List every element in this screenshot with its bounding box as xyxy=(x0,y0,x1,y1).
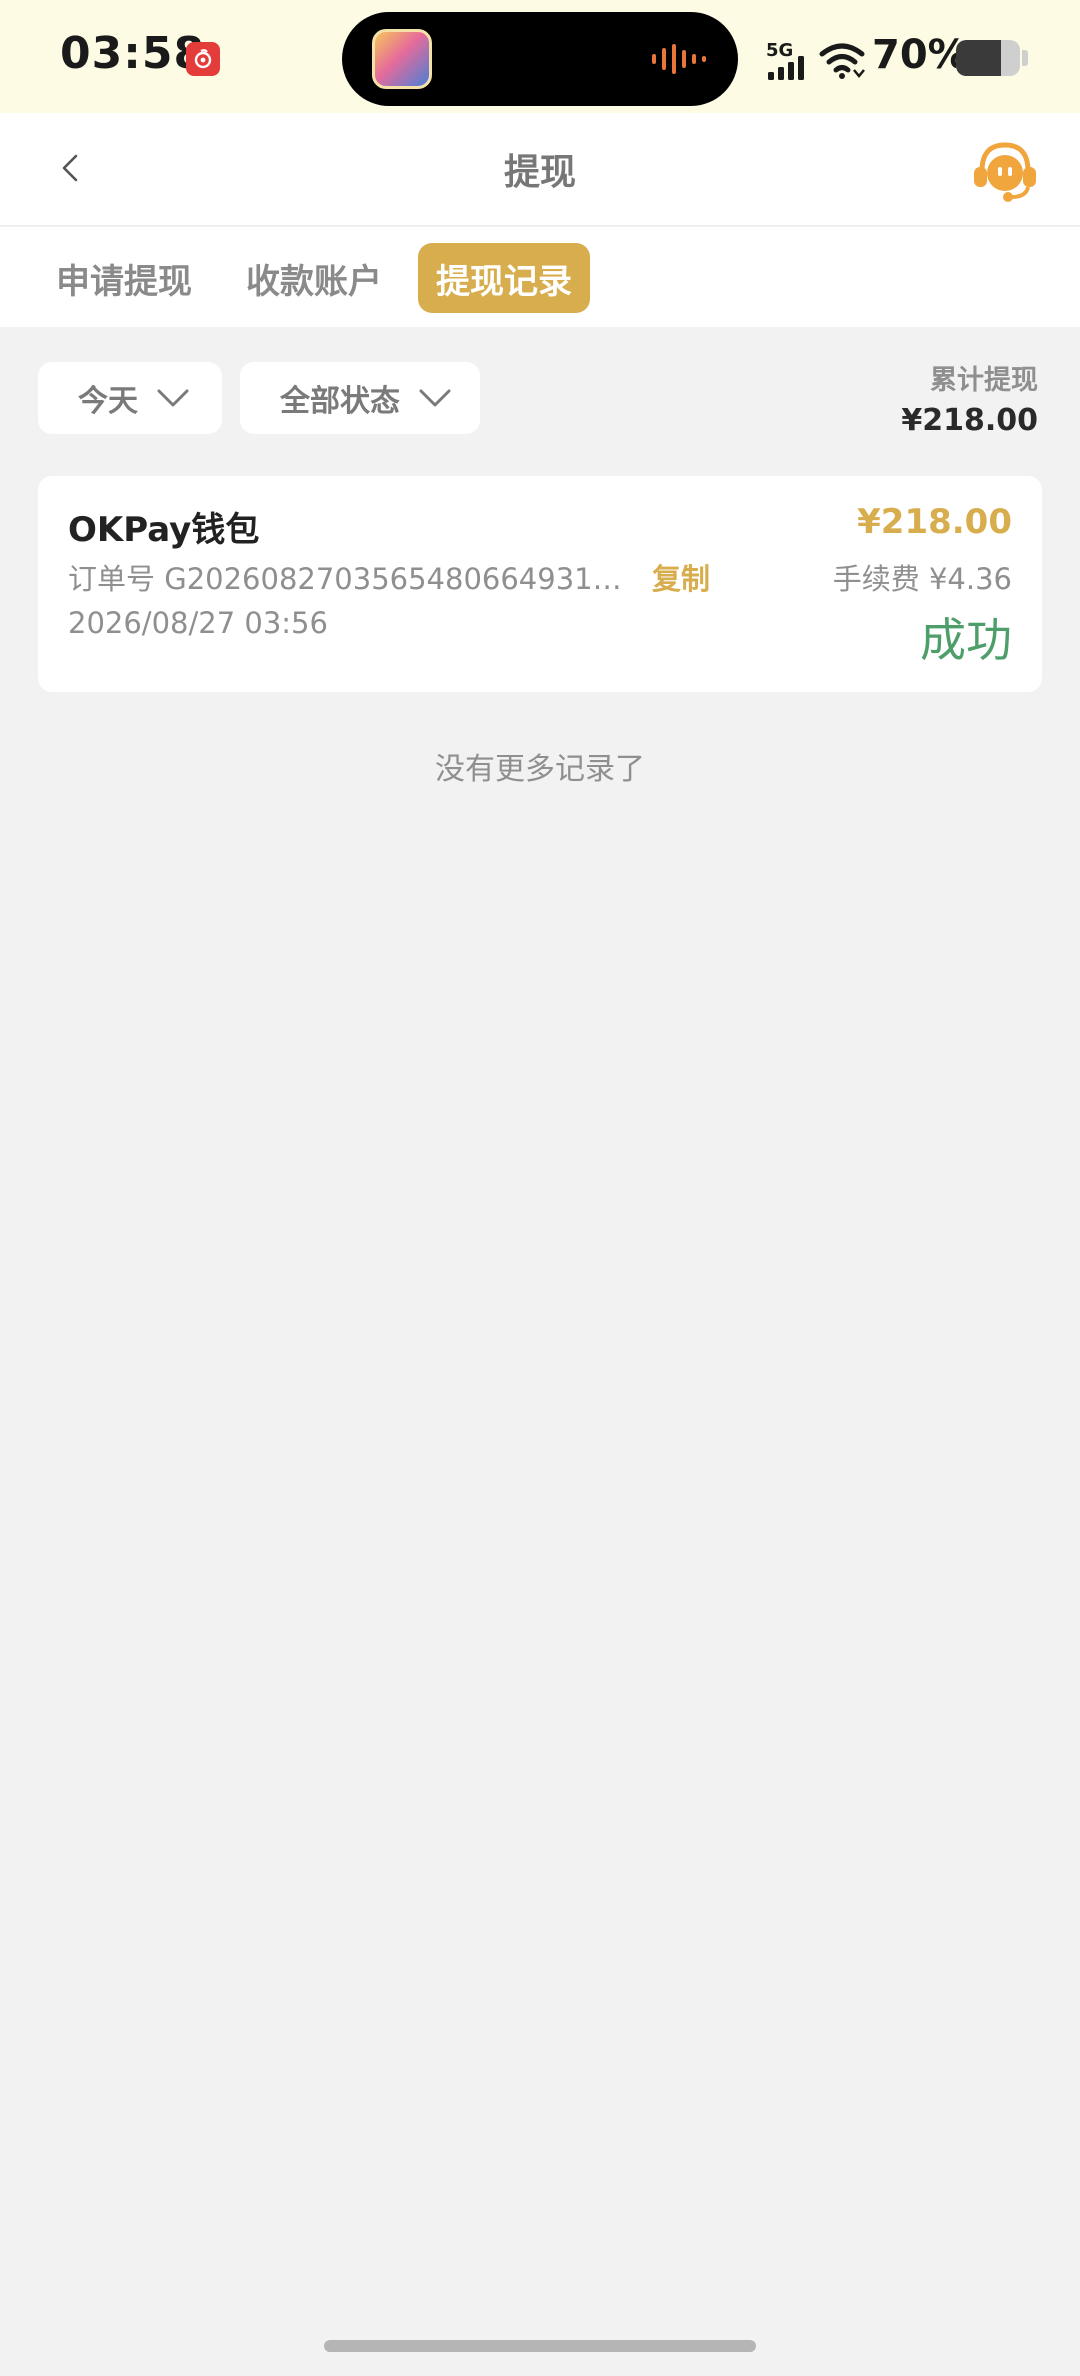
status-bar: 03:58 5G 70% xyxy=(0,0,1080,113)
tab-receiving-account[interactable]: 收款账户 xyxy=(228,243,400,313)
customer-service-icon[interactable] xyxy=(970,137,1040,203)
chevron-down-icon xyxy=(157,389,189,407)
tab-bar: 申请提现 收款账户 提现记录 xyxy=(0,227,1080,327)
battery-percentage: 70% xyxy=(872,32,968,78)
status-time: 03:58 xyxy=(60,28,206,79)
battery-tip xyxy=(1022,50,1028,66)
netease-music-icon xyxy=(186,42,220,76)
withdraw-record-card[interactable]: OKPay钱包 ¥218.00 订单号 G2026082703565480664… xyxy=(38,476,1042,692)
record-order-number: 订单号 G2026082703565480664931800 xyxy=(68,562,628,596)
date-filter-label: 今天 xyxy=(78,384,138,419)
status-filter-dropdown[interactable]: 全部状态 xyxy=(240,362,480,434)
audio-wave-icon xyxy=(652,44,706,74)
record-amount: ¥218.00 xyxy=(857,502,1012,542)
nav-bar: 提现 xyxy=(0,113,1080,226)
battery-level xyxy=(956,40,1001,76)
tab-apply-withdraw[interactable]: 申请提现 xyxy=(38,243,210,313)
signal-icon xyxy=(768,56,804,80)
total-withdrawn-value: ¥218.00 xyxy=(901,403,1038,438)
total-withdrawn-label: 累计提现 xyxy=(930,365,1038,396)
no-more-records: 没有更多记录了 xyxy=(435,752,645,787)
chevron-down-icon xyxy=(419,389,451,407)
copy-order-button[interactable]: 复制 xyxy=(652,556,710,598)
record-status: 成功 xyxy=(920,613,1012,667)
record-wallet-name: OKPay钱包 xyxy=(68,510,260,550)
app-avatar-icon xyxy=(372,29,432,89)
status-filter-label: 全部状态 xyxy=(280,384,400,419)
record-date: 2026/08/27 03:56 xyxy=(68,606,328,640)
record-fee: 手续费 ¥4.36 xyxy=(832,562,1012,596)
home-indicator[interactable] xyxy=(324,2340,756,2352)
battery-icon xyxy=(956,40,1020,76)
page-title: 提现 xyxy=(503,152,576,193)
total-withdrawn: 累计提现 ¥218.00 xyxy=(901,358,1038,438)
date-filter-dropdown[interactable]: 今天 xyxy=(38,362,222,434)
dynamic-island[interactable] xyxy=(342,12,738,106)
tab-withdraw-records[interactable]: 提现记录 xyxy=(418,243,590,313)
wifi-icon xyxy=(819,43,865,79)
